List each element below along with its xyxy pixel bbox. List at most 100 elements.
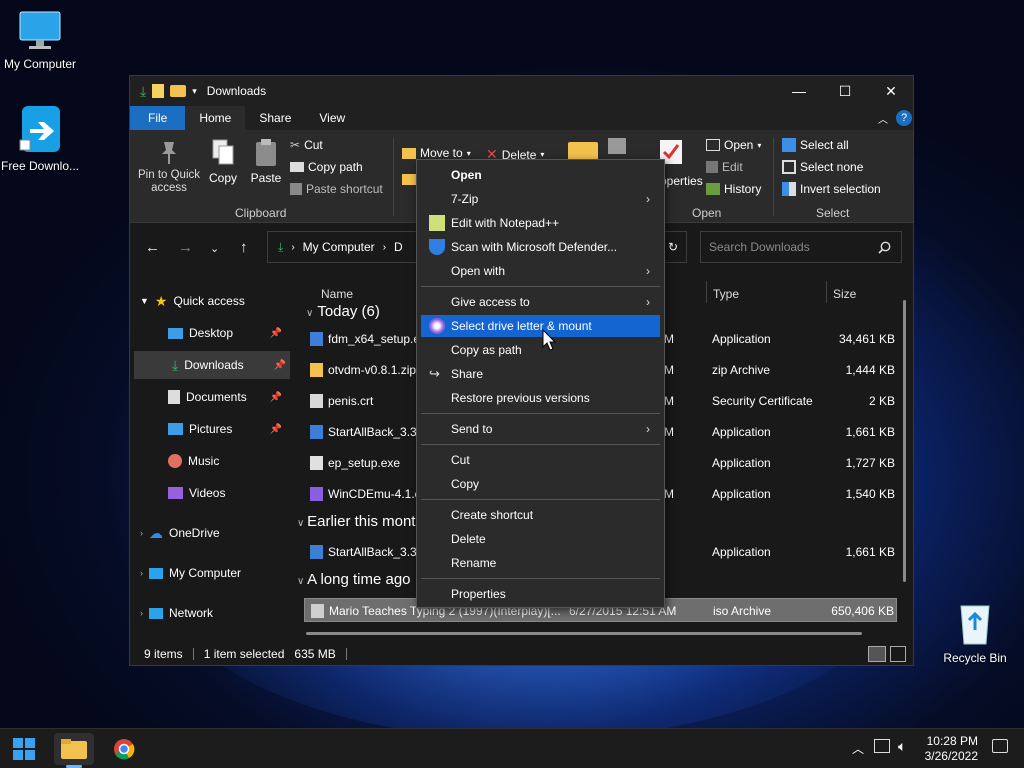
sidebar-item-label: Music bbox=[188, 454, 220, 468]
menu-item-copy[interactable]: Copy bbox=[421, 473, 660, 495]
menu-item-restore-versions[interactable]: Restore previous versions bbox=[421, 387, 660, 409]
sidebar-item-quick-access[interactable]: ▼ ★ Quick access bbox=[130, 287, 286, 315]
network-status-icon[interactable] bbox=[874, 739, 890, 753]
tab-share[interactable]: Share bbox=[245, 106, 305, 130]
minimize-button[interactable]: — bbox=[776, 76, 822, 106]
horizontal-scrollbar[interactable] bbox=[306, 632, 862, 635]
menu-item-send-to[interactable]: Send to › bbox=[421, 418, 660, 440]
tiles-view-icon[interactable] bbox=[890, 646, 906, 662]
back-button[interactable]: ← bbox=[145, 239, 160, 256]
menu-item-copy-as-path[interactable]: Copy as path bbox=[421, 339, 660, 361]
menu-item-defender[interactable]: Scan with Microsoft Defender... bbox=[421, 236, 660, 258]
column-header-size[interactable]: Size bbox=[833, 287, 856, 301]
cut-button[interactable]: ✂ Cut bbox=[290, 138, 323, 152]
sidebar-item-documents[interactable]: Documents 📌 bbox=[130, 383, 286, 411]
breadcrumb-item[interactable]: My Computer bbox=[303, 240, 375, 254]
pictures-icon bbox=[168, 423, 183, 435]
clock[interactable]: 10:28 PM 3/26/2022 bbox=[925, 734, 978, 764]
move-to-button[interactable]: Move to ▾ bbox=[402, 146, 471, 160]
desktop-icon-free-download[interactable]: Free Downlo... bbox=[0, 104, 80, 174]
menu-item-properties[interactable]: Properties bbox=[421, 583, 660, 605]
sidebar-item-pictures[interactable]: Pictures 📌 bbox=[130, 415, 286, 443]
select-all-button[interactable]: Select all bbox=[782, 138, 849, 152]
history-label: History bbox=[724, 182, 762, 196]
copy-button[interactable]: Copy bbox=[208, 138, 238, 185]
menu-separator bbox=[421, 499, 660, 500]
invert-selection-icon bbox=[782, 182, 796, 196]
star-icon: ★ bbox=[154, 292, 168, 309]
menu-item-cut[interactable]: Cut bbox=[421, 449, 660, 471]
status-item-count: 9 items bbox=[144, 647, 183, 661]
pin-button[interactable]: Pin to Quick access bbox=[138, 140, 200, 195]
history-button[interactable]: History bbox=[706, 182, 761, 196]
volume-icon[interactable]: 🔈︎ bbox=[898, 738, 906, 755]
refresh-icon[interactable]: ↻ bbox=[668, 240, 678, 254]
paste-shortcut-button[interactable]: Paste shortcut bbox=[290, 182, 383, 196]
sidebar-item-videos[interactable]: Videos bbox=[130, 479, 286, 507]
file-name: ep_setup.exe bbox=[328, 456, 401, 470]
forward-button[interactable]: → bbox=[178, 239, 193, 256]
menu-item-delete[interactable]: Delete bbox=[421, 528, 660, 550]
up-button[interactable]: ↑ bbox=[240, 239, 248, 256]
chevron-up-icon[interactable]: ︿ bbox=[878, 111, 888, 126]
properties-qa-icon[interactable] bbox=[152, 84, 165, 98]
group-header-today[interactable]: ∨ Today (6) bbox=[306, 303, 380, 320]
details-view-icon[interactable] bbox=[868, 646, 886, 662]
new-item-icon[interactable] bbox=[608, 138, 626, 154]
sidebar-item-network[interactable]: › Network bbox=[130, 599, 286, 627]
search-placeholder: Search Downloads bbox=[709, 240, 810, 254]
file-size: 34,461 KB bbox=[838, 332, 895, 346]
chevron-up-icon[interactable]: ︿ bbox=[852, 740, 864, 757]
status-size: 635 MB bbox=[294, 647, 336, 661]
menu-item-create-shortcut[interactable]: Create shortcut bbox=[421, 504, 660, 526]
group-header-long-ago[interactable]: ∨ A long time ago bbox=[297, 571, 411, 588]
group-header-earlier[interactable]: ∨ Earlier this mont bbox=[297, 513, 415, 530]
sidebar-item-onedrive[interactable]: › ☁ OneDrive bbox=[130, 519, 286, 547]
taskbar-file-explorer[interactable] bbox=[54, 733, 94, 765]
desktop-icon-recycle-bin[interactable]: Recycle Bin bbox=[935, 600, 1015, 665]
sidebar-item-my-computer[interactable]: › My Computer bbox=[130, 559, 286, 587]
column-header-type[interactable]: Type bbox=[713, 287, 739, 301]
column-header-name[interactable]: Name bbox=[321, 287, 353, 301]
tab-file[interactable]: File bbox=[130, 106, 186, 130]
start-button[interactable] bbox=[4, 733, 44, 765]
breadcrumb-item[interactable]: D bbox=[394, 240, 403, 254]
invert-selection-button[interactable]: Invert selection bbox=[782, 182, 881, 196]
edit-icon bbox=[706, 161, 718, 173]
properties-button[interactable]: operties bbox=[660, 174, 703, 188]
help-icon[interactable]: ? bbox=[896, 110, 912, 126]
close-button[interactable]: ✕ bbox=[868, 76, 914, 106]
notification-icon[interactable] bbox=[992, 739, 1008, 753]
menu-item-7zip[interactable]: 7-Zip › bbox=[421, 188, 660, 210]
copy-path-button[interactable]: Copy path bbox=[290, 160, 363, 174]
menu-item-notepadpp[interactable]: Edit with Notepad++ bbox=[421, 212, 660, 234]
desktop-icon-my-computer[interactable]: My Computer bbox=[0, 10, 80, 71]
sidebar-item-label: Network bbox=[169, 606, 214, 620]
sidebar-item-music[interactable]: Music bbox=[130, 447, 286, 475]
file-name: penis.crt bbox=[328, 394, 374, 408]
menu-item-give-access[interactable]: Give access to › bbox=[421, 291, 660, 313]
menu-item-open-with[interactable]: Open with › bbox=[421, 260, 660, 282]
menu-item-select-drive-letter[interactable]: Select drive letter & mount bbox=[421, 315, 660, 337]
copy-to-button[interactable] bbox=[402, 174, 416, 185]
vertical-scrollbar[interactable] bbox=[903, 300, 906, 582]
open-button[interactable]: Open ▾ bbox=[706, 138, 761, 152]
sidebar-item-desktop[interactable]: Desktop 📌 bbox=[130, 319, 286, 347]
maximize-button[interactable]: ☐ bbox=[822, 76, 868, 106]
taskbar-chrome[interactable] bbox=[104, 733, 144, 765]
tab-home[interactable]: Home bbox=[185, 106, 246, 130]
menu-item-share[interactable]: ↪ Share bbox=[421, 363, 660, 385]
search-box[interactable]: Search Downloads bbox=[700, 231, 902, 263]
chevron-down-icon[interactable]: ▾ bbox=[192, 86, 197, 97]
edit-button[interactable]: Edit bbox=[706, 160, 743, 174]
menu-item-rename[interactable]: Rename bbox=[421, 552, 660, 574]
select-none-button[interactable]: Select none bbox=[782, 160, 863, 174]
recent-locations-button[interactable]: ⌄ bbox=[210, 242, 219, 255]
paste-button[interactable]: Paste bbox=[250, 138, 282, 185]
sidebar-item-downloads[interactable]: ⤓ Downloads 📌 bbox=[134, 351, 290, 379]
folder-qa-icon[interactable] bbox=[170, 85, 187, 97]
menu-item-open[interactable]: Open bbox=[421, 164, 660, 186]
tab-view[interactable]: View bbox=[305, 106, 359, 130]
group-clipboard-label: Clipboard bbox=[235, 206, 287, 220]
group-label: Today (6) bbox=[317, 303, 380, 320]
